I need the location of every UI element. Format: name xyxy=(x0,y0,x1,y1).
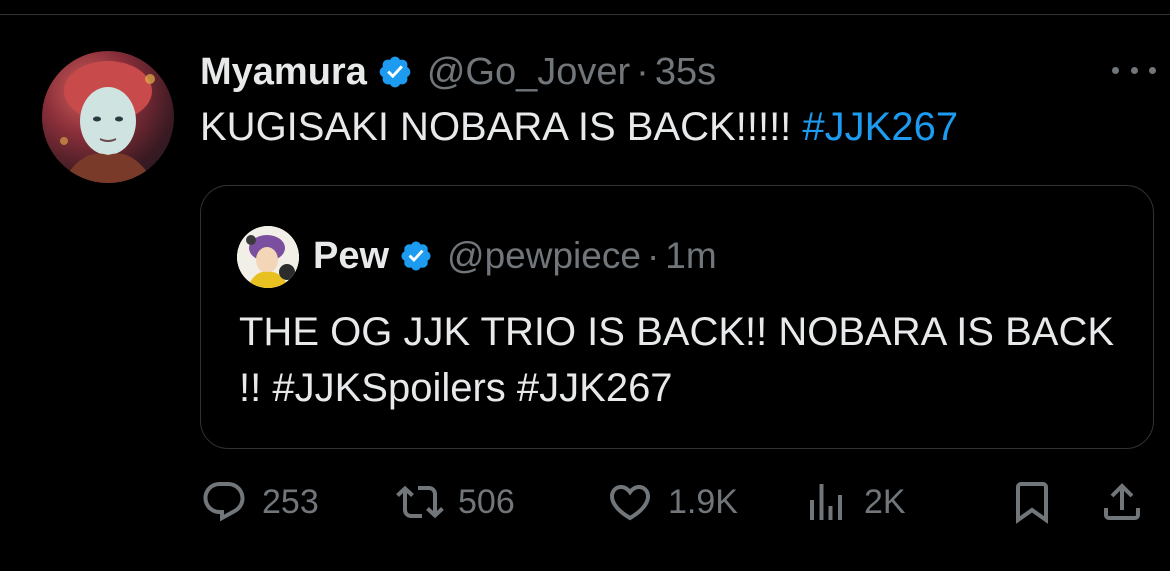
more-dot xyxy=(1130,66,1138,74)
views-icon xyxy=(810,484,842,520)
more-dot xyxy=(1149,66,1156,74)
reply-button[interactable]: 253 xyxy=(200,472,319,532)
author-handle[interactable]: @Go_Jover xyxy=(427,51,630,94)
like-button[interactable]: 1.9K xyxy=(606,472,738,532)
bookmark-icon xyxy=(1016,482,1048,524)
quoted-author-avatar[interactable] xyxy=(237,226,299,288)
hashtag-link[interactable]: #JJK267 xyxy=(802,105,958,149)
tweet-page: Myamura @Go_Jover · 35s KUGISAKI NOBARA … xyxy=(0,0,1170,571)
bookmark-button[interactable] xyxy=(1008,472,1056,532)
quoted-avatar-illustration xyxy=(237,226,299,288)
tweet-body: KUGISAKI NOBARA IS BACK!!!!! xyxy=(200,105,792,149)
more-dot xyxy=(1112,66,1119,74)
quoted-tweet-header: Pew @pewpiece · 1m xyxy=(313,231,717,281)
share-button[interactable] xyxy=(1098,472,1146,532)
tweet-header: Myamura @Go_Jover · 35s xyxy=(200,46,716,98)
like-icon xyxy=(609,485,651,521)
quoted-tweet-text: THE OG JJK TRIO IS BACK!! NOBARA IS BACK… xyxy=(239,310,1115,410)
repost-count: 506 xyxy=(458,482,515,521)
author-avatar[interactable] xyxy=(42,51,174,183)
action-bar: 253 506 1.9K 2K xyxy=(200,472,1154,532)
views-count: 2K xyxy=(864,482,906,521)
retweet-icon xyxy=(396,485,444,519)
quoted-display-name[interactable]: Pew xyxy=(313,235,389,278)
separator-dot: · xyxy=(636,50,649,93)
quoted-handle[interactable]: @pewpiece xyxy=(447,235,641,277)
reply-icon xyxy=(203,482,245,522)
quoted-tweet[interactable]: Pew @pewpiece · 1m THE OG JJK TRIO IS BA… xyxy=(200,185,1154,449)
like-count: 1.9K xyxy=(668,482,738,521)
repost-button[interactable]: 506 xyxy=(396,472,515,532)
more-icon[interactable] xyxy=(1112,60,1156,80)
verified-badge-icon[interactable] xyxy=(399,239,433,273)
author-display-name[interactable]: Myamura xyxy=(200,51,367,94)
separator-dot: · xyxy=(646,235,660,276)
divider xyxy=(0,14,1170,15)
reply-count: 253 xyxy=(262,482,319,521)
views-button[interactable]: 2K xyxy=(802,472,906,532)
share-icon xyxy=(1104,483,1140,520)
avatar-illustration xyxy=(60,61,155,183)
quoted-timestamp[interactable]: 1m xyxy=(665,235,716,277)
tweet-text: KUGISAKI NOBARA IS BACK!!!!! #JJK267 xyxy=(200,105,958,150)
verified-badge-icon[interactable] xyxy=(377,54,413,90)
tweet-timestamp[interactable]: 35s xyxy=(655,51,716,94)
